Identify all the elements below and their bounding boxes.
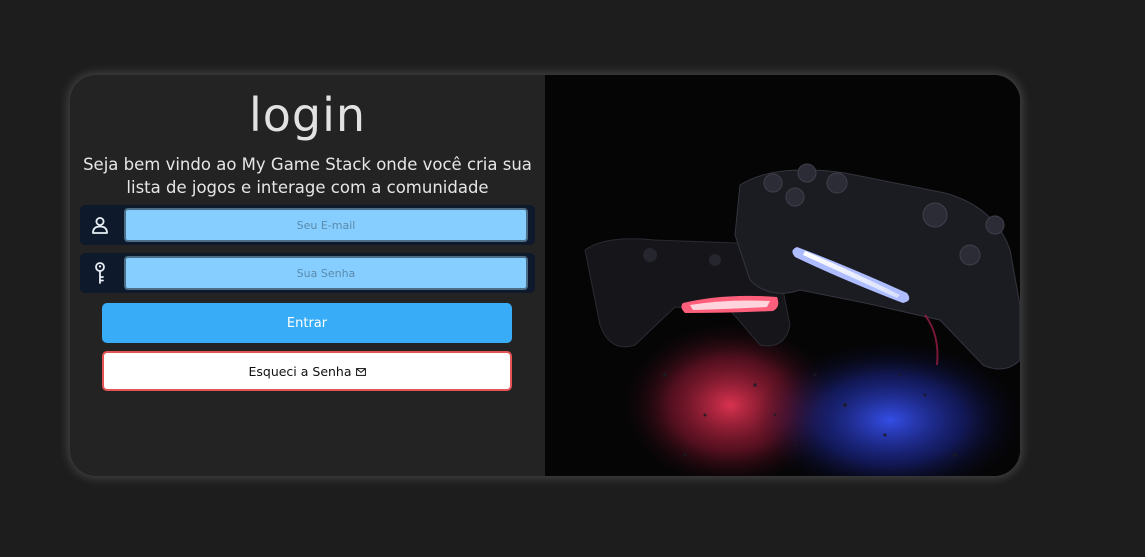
page-title: login (248, 88, 367, 142)
password-row (80, 253, 535, 293)
gamepad-controllers-illustration (545, 75, 1020, 476)
login-panel: login Seja bem vindo ao My Game Stack on… (70, 75, 545, 476)
enter-button[interactable]: Entrar (102, 303, 512, 343)
welcome-text: Seja bem vindo ao My Game Stack onde voc… (83, 155, 532, 197)
forgot-password-label: Esqueci a Senha (248, 363, 352, 379)
login-card: login Seja bem vindo ao My Game Stack on… (70, 75, 1020, 476)
forgot-password-button[interactable]: Esqueci a Senha (102, 351, 512, 391)
key-icon (80, 253, 120, 293)
envelope-icon (355, 364, 366, 379)
gamepad-photo (545, 75, 1020, 476)
user-icon (80, 205, 120, 245)
email-row (80, 205, 535, 245)
email-input[interactable] (124, 208, 528, 242)
password-input[interactable] (124, 256, 528, 290)
